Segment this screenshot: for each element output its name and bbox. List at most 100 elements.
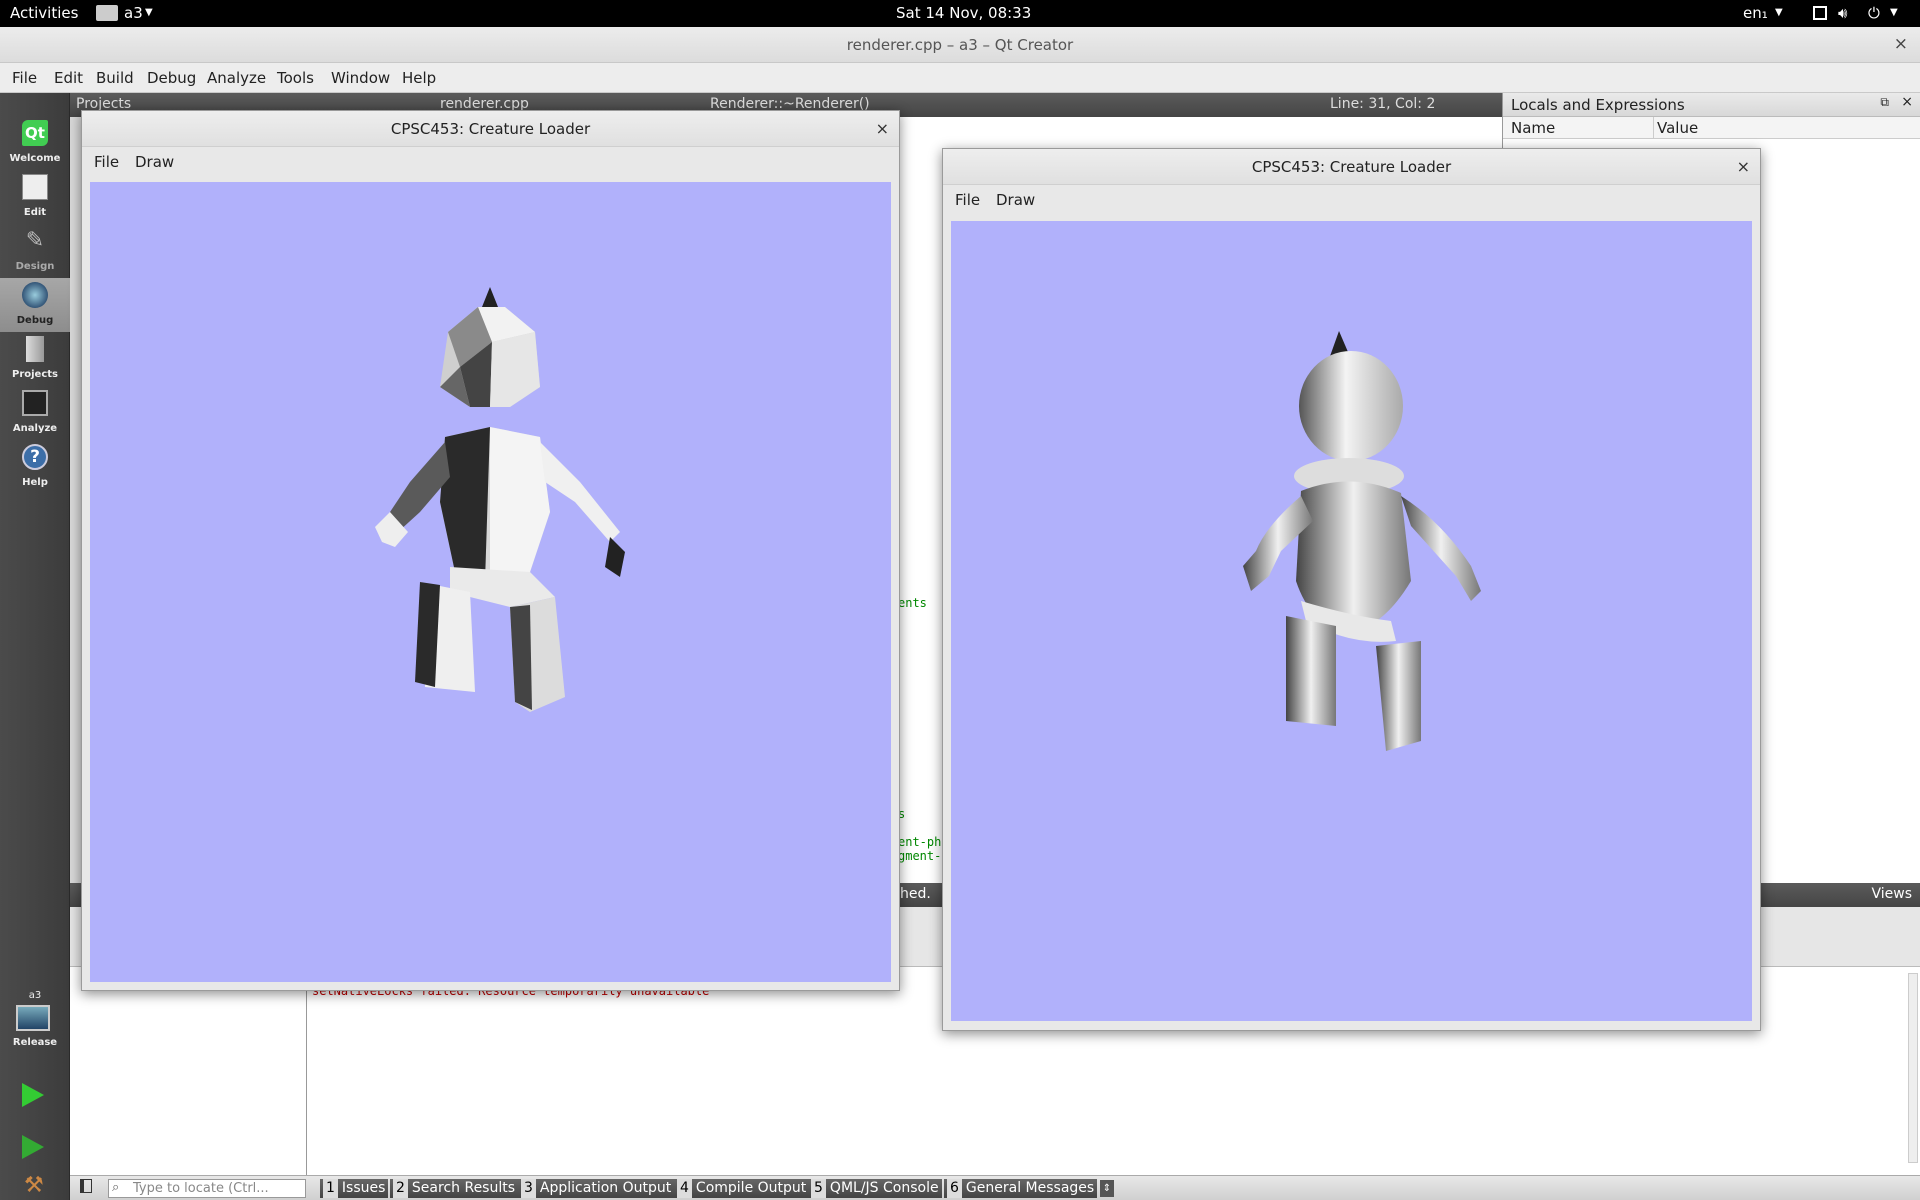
tab-number: 6 — [947, 1179, 962, 1198]
tab-application-output[interactable]: 3 Application Output — [518, 1179, 675, 1198]
menu-window[interactable]: Window — [331, 69, 390, 87]
build-hammer-icon[interactable]: ⚒ — [24, 1173, 44, 1198]
creature-model-flat — [375, 287, 625, 712]
app-icon — [96, 5, 118, 21]
tab-issues[interactable]: 1 Issues — [320, 1179, 389, 1198]
volume-icon[interactable]: 🔊︎ — [1838, 4, 1847, 22]
creature-menu-file[interactable]: File — [955, 191, 980, 209]
tab-number: 1 — [323, 1179, 338, 1198]
toggle-sidebar-icon[interactable] — [80, 1179, 92, 1193]
mode-design[interactable]: ✎ Design — [0, 224, 70, 278]
run-icon[interactable] — [22, 1083, 44, 1107]
menu-file[interactable]: File — [12, 69, 37, 87]
mode-label: Projects — [11, 369, 58, 380]
debugger-status-text: hed. — [900, 886, 931, 902]
window-title-bar: renderer.cpp – a3 – Qt Creator × — [0, 27, 1920, 63]
screen-icon[interactable] — [1813, 6, 1827, 20]
tab-label: Search Results — [411, 1180, 516, 1196]
more-tabs-icon[interactable]: ⇕ — [1100, 1180, 1114, 1197]
mode-welcome[interactable]: Qt Welcome — [0, 116, 70, 170]
tab-number: 4 — [677, 1179, 692, 1198]
locator-input[interactable]: ⌕ Type to locate (Ctrl... — [108, 1179, 306, 1198]
output-divider — [306, 967, 307, 1175]
menu-bar: File Edit Build Debug Analyze Tools Wind… — [0, 63, 1920, 93]
menu-analyze[interactable]: Analyze — [207, 69, 266, 87]
tab-general-messages[interactable]: 6 General Messages — [944, 1179, 1098, 1198]
mode-edit[interactable]: Edit — [0, 170, 70, 224]
tab-label: Issues — [341, 1180, 386, 1196]
mode-label: Edit — [23, 207, 47, 218]
system-top-bar: Activities a3 ▼ Sat 14 Nov, 08:33 en₁ ▼ … — [0, 0, 1920, 27]
tab-label: Application Output — [539, 1180, 672, 1196]
creature-menu-draw[interactable]: Draw — [135, 153, 174, 171]
kit-computer-icon[interactable] — [16, 1005, 50, 1031]
opengl-canvas[interactable] — [90, 182, 891, 982]
locals-title: Locals and Expressions — [1511, 96, 1685, 114]
menu-debug[interactable]: Debug — [147, 69, 196, 87]
cursor-position[interactable]: Line: 31, Col: 2 — [1330, 96, 1435, 112]
search-icon: ⌕ — [112, 1180, 120, 1195]
float-panel-icon[interactable]: ⧉ — [1880, 95, 1889, 110]
tab-label: QML/JS Console — [829, 1180, 939, 1196]
views-button[interactable]: Views — [1871, 886, 1912, 902]
creature-menu-bar: File Draw — [82, 147, 899, 177]
locator-placeholder: Type to locate (Ctrl... — [133, 1181, 269, 1196]
edit-document-icon — [22, 174, 48, 200]
app-menu[interactable]: a3 — [124, 4, 143, 22]
creature-menu-file[interactable]: File — [94, 153, 119, 171]
clock[interactable]: Sat 14 Nov, 08:33 — [896, 4, 1031, 22]
debug-run-icon[interactable] — [22, 1135, 44, 1159]
column-divider — [1653, 117, 1654, 139]
language-indicator[interactable]: en₁ — [1743, 4, 1768, 22]
creature-window-close-icon[interactable]: × — [1737, 149, 1750, 185]
projects-book-icon — [26, 336, 44, 362]
menu-edit[interactable]: Edit — [54, 69, 83, 87]
mode-selector: Qt Welcome Edit ✎ Design Debug Projects … — [0, 93, 70, 1200]
activities-button[interactable]: Activities — [10, 4, 78, 22]
mode-debug[interactable]: Debug — [0, 278, 70, 332]
tab-qml-console[interactable]: 5 QML/JS Console — [808, 1179, 942, 1198]
kit-project-name: a3 — [28, 990, 42, 1001]
power-icon[interactable]: ⏻ — [1868, 4, 1880, 22]
mode-label: Design — [15, 261, 55, 272]
tab-number: 2 — [393, 1179, 408, 1198]
analyze-monitor-icon — [22, 390, 48, 416]
app-menu-arrow-icon: ▼ — [145, 7, 153, 18]
help-question-icon: ? — [22, 444, 48, 470]
mode-label: Debug — [16, 315, 54, 326]
creature-loader-window-flat: CPSC453: Creature Loader × File Draw — [81, 110, 900, 991]
mode-help[interactable]: ? Help — [0, 440, 70, 494]
creature-window-title: CPSC453: Creature Loader — [82, 111, 899, 147]
output-pane-bar: ⌕ Type to locate (Ctrl... 1 Issues 2 Searc… — [70, 1175, 1920, 1200]
bug-icon — [22, 282, 48, 308]
tab-search-results[interactable]: 2 Search Results — [390, 1179, 519, 1198]
qt-logo-icon: Qt — [22, 120, 48, 146]
window-close-icon[interactable]: × — [1894, 34, 1908, 54]
tab-label: General Messages — [965, 1180, 1095, 1196]
column-value[interactable]: Value — [1657, 119, 1698, 137]
menu-help[interactable]: Help — [402, 69, 436, 87]
mode-projects[interactable]: Projects — [0, 332, 70, 386]
code-fragment: gment- — [898, 849, 942, 863]
creature-loader-window-smooth: CPSC453: Creature Loader × File Draw — [942, 148, 1761, 1031]
creature-window-close-icon[interactable]: × — [876, 111, 889, 147]
column-name[interactable]: Name — [1511, 119, 1555, 137]
opengl-canvas[interactable] — [951, 221, 1752, 1021]
language-arrow-icon: ▼ — [1775, 7, 1783, 18]
tab-number: 3 — [521, 1179, 536, 1198]
creature-window-title: CPSC453: Creature Loader — [943, 149, 1760, 185]
creature-model-smooth — [1243, 331, 1481, 751]
system-menu-arrow-icon: ▼ — [1890, 7, 1898, 18]
mode-analyze[interactable]: Analyze — [0, 386, 70, 440]
tab-label: Compile Output — [695, 1180, 807, 1196]
output-scrollbar[interactable] — [1908, 973, 1918, 1163]
mode-label: Analyze — [12, 423, 58, 434]
menu-build[interactable]: Build — [96, 69, 134, 87]
creature-menu-draw[interactable]: Draw — [996, 191, 1035, 209]
close-panel-icon[interactable]: × — [1901, 94, 1913, 110]
code-fragment: ents — [898, 596, 927, 610]
tab-compile-output[interactable]: 4 Compile Output — [674, 1179, 810, 1198]
kit-build-config[interactable]: Release — [0, 1037, 70, 1048]
menu-tools[interactable]: Tools — [277, 69, 314, 87]
tab-number: 5 — [811, 1179, 826, 1198]
